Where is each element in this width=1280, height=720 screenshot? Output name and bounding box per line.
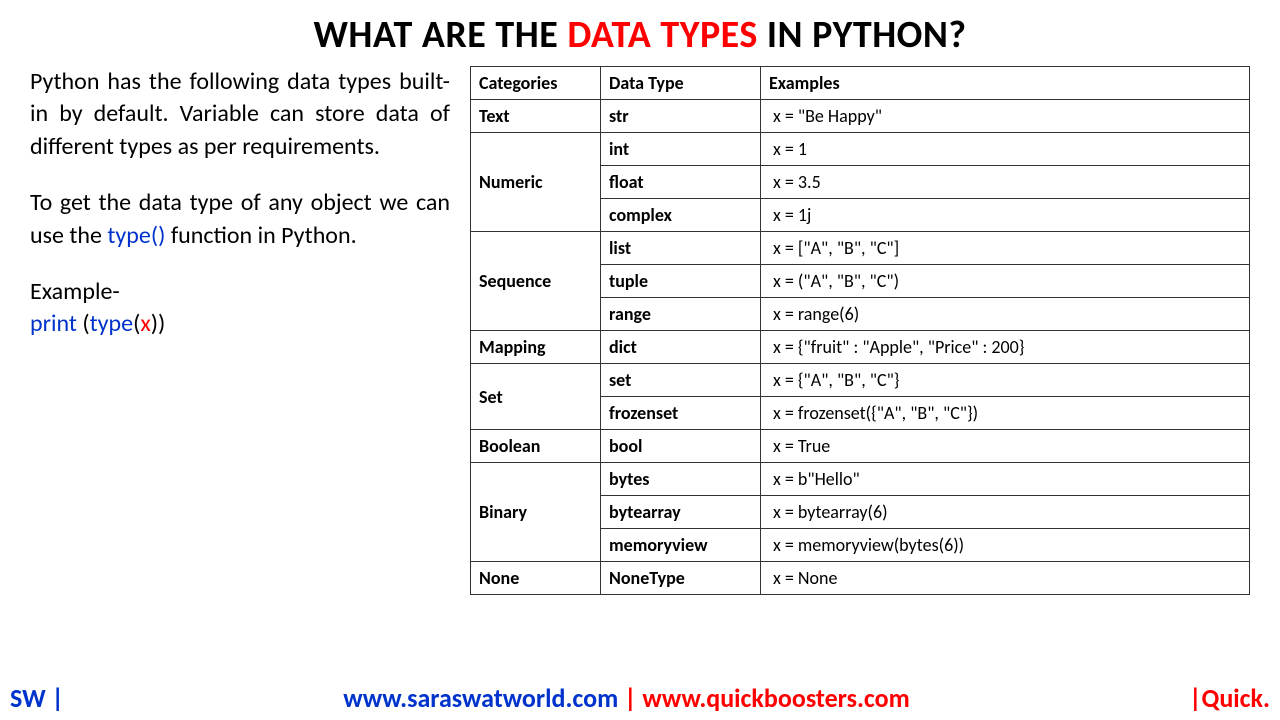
table-row: Mappingdictx = {"fruit" : "Apple", "Pric… bbox=[471, 331, 1250, 364]
datatype-cell: int bbox=[601, 133, 761, 166]
category-cell: Mapping bbox=[471, 331, 601, 364]
left-column: Python has the following data types buil… bbox=[30, 66, 470, 595]
example-block: Example- print (type(x)) bbox=[30, 276, 450, 341]
datatype-cell: float bbox=[601, 166, 761, 199]
example-cell: x = {"fruit" : "Apple", "Price" : 200} bbox=[761, 331, 1250, 364]
datatype-cell: list bbox=[601, 232, 761, 265]
example-cell: x = 1j bbox=[761, 199, 1250, 232]
footer-url1: www.saraswatworld.com bbox=[343, 682, 618, 714]
example-cell: x = True bbox=[761, 430, 1250, 463]
datatype-cell: complex bbox=[601, 199, 761, 232]
footer: SW | www.saraswatworld.com | www.quickbo… bbox=[0, 682, 1280, 714]
datatype-cell: frozenset bbox=[601, 397, 761, 430]
header-categories: Categories bbox=[471, 67, 601, 100]
example-cell: x = frozenset({"A", "B", "C"}) bbox=[761, 397, 1250, 430]
table-row: Binarybytesx = b"Hello" bbox=[471, 463, 1250, 496]
example-print: print bbox=[30, 309, 82, 338]
type-function: type() bbox=[107, 221, 165, 250]
datatype-cell: memoryview bbox=[601, 529, 761, 562]
type-paragraph: To get the data type of any object we ca… bbox=[30, 187, 450, 252]
example-cell: x = 3.5 bbox=[761, 166, 1250, 199]
category-cell: Set bbox=[471, 364, 601, 430]
datatype-cell: bytearray bbox=[601, 496, 761, 529]
example-cell: x = b"Hello" bbox=[761, 463, 1250, 496]
example-cell: x = 1 bbox=[761, 133, 1250, 166]
table-row: Numericintx = 1 bbox=[471, 133, 1250, 166]
datatype-cell: range bbox=[601, 298, 761, 331]
example-cell: x = "Be Happy" bbox=[761, 100, 1250, 133]
intro-paragraph: Python has the following data types buil… bbox=[30, 66, 450, 163]
title-highlight: DATA TYPES bbox=[567, 12, 757, 58]
table-header-row: Categories Data Type Examples bbox=[471, 67, 1250, 100]
content-area: Python has the following data types buil… bbox=[0, 66, 1280, 595]
example-type: type bbox=[90, 309, 133, 338]
example-cell: x = range(6) bbox=[761, 298, 1250, 331]
category-cell: Sequence bbox=[471, 232, 601, 331]
datatype-cell: bytes bbox=[601, 463, 761, 496]
example-cell: x = None bbox=[761, 562, 1250, 595]
example-cell: x = memoryview(bytes(6)) bbox=[761, 529, 1250, 562]
datatype-cell: NoneType bbox=[601, 562, 761, 595]
footer-sep: | bbox=[618, 682, 642, 714]
category-cell: None bbox=[471, 562, 601, 595]
category-cell: Text bbox=[471, 100, 601, 133]
example-x: x bbox=[140, 309, 150, 338]
category-cell: Numeric bbox=[471, 133, 601, 232]
table-row: Booleanboolx = True bbox=[471, 430, 1250, 463]
footer-quick: |Quick. bbox=[1189, 682, 1270, 714]
datatype-cell: set bbox=[601, 364, 761, 397]
table-row: Textstrx = "Be Happy" bbox=[471, 100, 1250, 133]
category-cell: Binary bbox=[471, 463, 601, 562]
datatypes-table: Categories Data Type Examples Textstrx =… bbox=[470, 66, 1250, 595]
example-cell: x = ["A", "B", "C"] bbox=[761, 232, 1250, 265]
example-label: Example- bbox=[30, 277, 120, 306]
table-row: Sequencelistx = ["A", "B", "C"] bbox=[471, 232, 1250, 265]
title-part2: IN PYTHON? bbox=[758, 12, 967, 58]
datatype-cell: tuple bbox=[601, 265, 761, 298]
example-cell: x = ("A", "B", "C") bbox=[761, 265, 1250, 298]
table-row: NoneNoneTypex = None bbox=[471, 562, 1250, 595]
datatype-cell: bool bbox=[601, 430, 761, 463]
example-cell: x = {"A", "B", "C"} bbox=[761, 364, 1250, 397]
header-examples: Examples bbox=[761, 67, 1250, 100]
datatype-cell: str bbox=[601, 100, 761, 133]
right-column: Categories Data Type Examples Textstrx =… bbox=[470, 66, 1250, 595]
example-cell: x = bytearray(6) bbox=[761, 496, 1250, 529]
footer-url2: www.quickboosters.com bbox=[642, 682, 909, 714]
footer-center: www.saraswatworld.com | www.quickbooster… bbox=[343, 682, 910, 714]
table-row: Setsetx = {"A", "B", "C"} bbox=[471, 364, 1250, 397]
title-part1: WHAT ARE THE bbox=[313, 12, 567, 58]
datatype-cell: dict bbox=[601, 331, 761, 364]
header-datatype: Data Type bbox=[601, 67, 761, 100]
category-cell: Boolean bbox=[471, 430, 601, 463]
footer-sw: SW | bbox=[10, 682, 64, 714]
page-title: WHAT ARE THE DATA TYPES IN PYTHON? bbox=[0, 0, 1280, 66]
